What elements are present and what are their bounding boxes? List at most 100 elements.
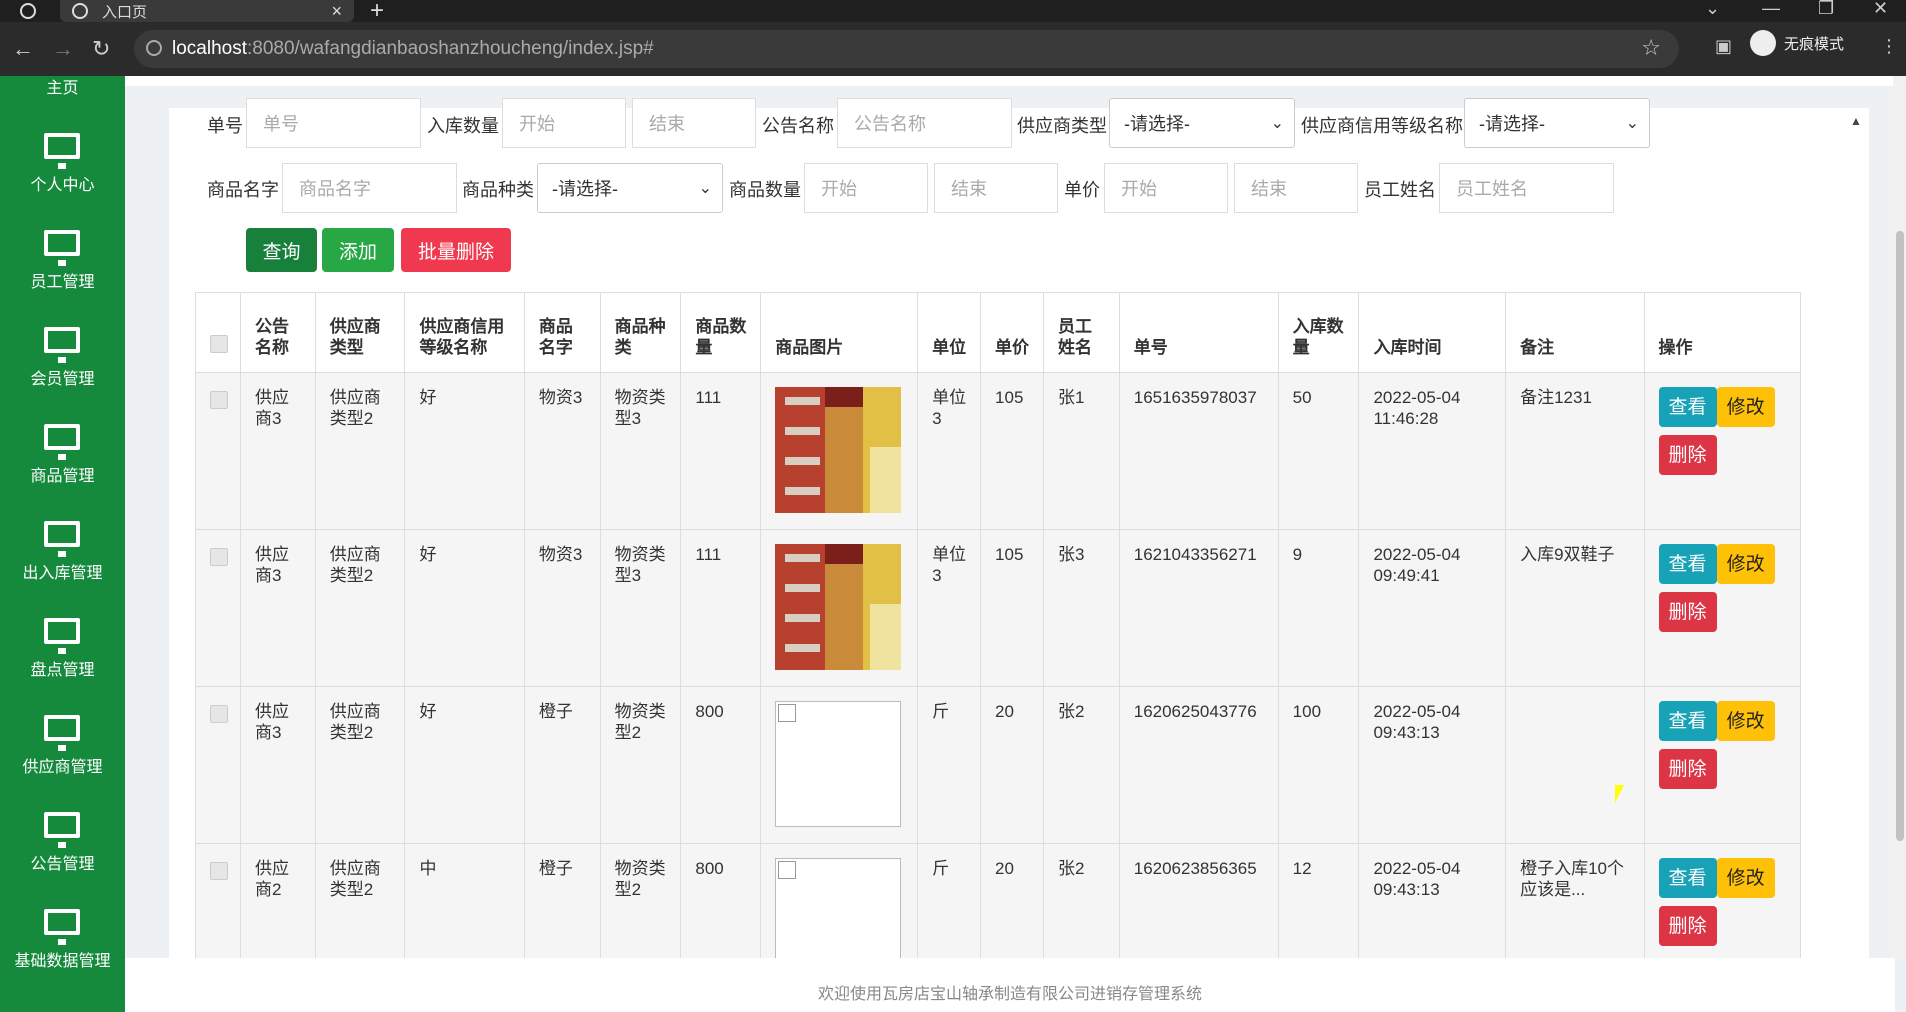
table-row: 供应商3 供应商类型2 好 物资3 物资类型3 111 单位3	[195, 372, 1802, 530]
cell-unit: 单位3	[917, 372, 982, 530]
reload-icon[interactable]: ↻	[92, 36, 110, 62]
delete-button[interactable]: 删除	[1658, 906, 1717, 946]
delete-button[interactable]: 删除	[1658, 435, 1717, 475]
cell-notice: 供应商3	[240, 686, 316, 844]
select-value: -请选择-	[1124, 114, 1190, 134]
goods-photo[interactable]	[775, 544, 902, 670]
globe-icon[interactable]	[20, 3, 36, 19]
monitor-icon	[44, 424, 80, 460]
supplier-type-select[interactable]: -请选择- ⌄	[1109, 98, 1295, 148]
row-checkbox[interactable]	[210, 391, 228, 409]
chevron-down-icon[interactable]: ⌄	[1705, 0, 1720, 19]
goods-type-select[interactable]: -请选择- ⌄	[537, 163, 723, 213]
sidebar-item-stocktake[interactable]: 盘点管理	[0, 598, 125, 695]
delete-button[interactable]: 删除	[1658, 749, 1717, 789]
query-button[interactable]: 查询	[246, 228, 317, 272]
in-qty-end-input[interactable]: 结束	[632, 98, 756, 148]
view-button[interactable]: 查看	[1658, 858, 1717, 898]
sidepanel-icon[interactable]: ▣	[1715, 36, 1732, 57]
scrollbar-thumb[interactable]	[1896, 231, 1904, 841]
price-start-input[interactable]: 开始	[1104, 163, 1228, 213]
globe-icon	[72, 3, 88, 19]
cell-goods-qty: 111	[680, 529, 762, 687]
select-value: -请选择-	[1479, 114, 1545, 134]
sidebar: 主页 个人中心 员工管理 会员管理 商品管理 出入库管理 盘点管理 供应商管理 …	[0, 76, 125, 1012]
cell-in-time: 2022-05-04 11:46:28	[1358, 372, 1507, 530]
forward-icon[interactable]: →	[52, 36, 74, 62]
batch-delete-button[interactable]: 批量删除	[401, 228, 511, 272]
sidebar-item-staff[interactable]: 员工管理	[0, 210, 125, 307]
in-qty-label: 入库数量	[427, 116, 499, 136]
cell-goods-name: 物资3	[523, 372, 601, 530]
column-header: 备注	[1505, 292, 1645, 373]
column-header: 商品名字	[523, 292, 601, 373]
edit-button[interactable]: 修改	[1716, 387, 1775, 427]
sidebar-item-label: 会员管理	[30, 371, 95, 388]
cell-staff: 张3	[1042, 529, 1120, 687]
sidebar-item-notices[interactable]: 公告管理	[0, 792, 125, 889]
edit-button[interactable]: 修改	[1716, 858, 1775, 898]
view-button[interactable]: 查看	[1658, 387, 1717, 427]
view-button[interactable]: 查看	[1658, 701, 1717, 741]
price-end-input[interactable]: 结束	[1234, 163, 1358, 213]
back-icon[interactable]: ←	[12, 36, 34, 62]
sidebar-item-label: 商品管理	[30, 468, 95, 485]
star-icon[interactable]: ☆	[1641, 35, 1661, 61]
select-all-checkbox[interactable]	[210, 335, 228, 353]
maximize-icon[interactable]: ❐	[1818, 0, 1834, 19]
sidebar-item-profile[interactable]: 个人中心	[0, 113, 125, 210]
sidebar-item-suppliers[interactable]: 供应商管理	[0, 695, 125, 792]
delete-button[interactable]: 删除	[1658, 592, 1717, 632]
edit-button[interactable]: 修改	[1716, 701, 1775, 741]
row-checkbox[interactable]	[210, 548, 228, 566]
cell-remark: 入库9双鞋子	[1505, 529, 1645, 687]
cell-in-qty: 100	[1277, 686, 1360, 844]
column-header: 供应商信用等级名称	[404, 292, 525, 373]
cell-credit: 好	[404, 686, 525, 844]
cell-order-no: 1651635978037	[1118, 372, 1279, 530]
menu-icon[interactable]: ⋮	[1880, 36, 1898, 57]
site-info-icon[interactable]	[146, 40, 162, 56]
edit-button[interactable]: 修改	[1716, 544, 1775, 584]
monitor-icon	[44, 618, 80, 654]
in-qty-start-input[interactable]: 开始	[502, 98, 626, 148]
staff-name-input[interactable]: 员工姓名	[1439, 163, 1614, 213]
row-checkbox[interactable]	[210, 705, 228, 723]
minimize-icon[interactable]: —	[1762, 0, 1780, 19]
order-no-input[interactable]: 单号	[246, 98, 421, 148]
sidebar-item-label: 公告管理	[30, 856, 95, 873]
goods-type-label: 商品种类	[462, 180, 534, 200]
sidebar-item-basedata[interactable]: 基础数据管理	[0, 889, 125, 986]
goods-qty-end-input[interactable]: 结束	[934, 163, 1058, 213]
scrollbar[interactable]	[1893, 76, 1906, 958]
incognito-indicator[interactable]: 无痕模式	[1750, 30, 1844, 56]
close-window-icon[interactable]: ✕	[1873, 0, 1888, 19]
goods-qty-start-input[interactable]: 开始	[804, 163, 928, 213]
row-checkbox[interactable]	[210, 862, 228, 880]
sidebar-item-goods[interactable]: 商品管理	[0, 404, 125, 501]
notice-name-input[interactable]: 公告名称	[837, 98, 1012, 148]
close-icon[interactable]: ×	[331, 1, 342, 22]
incognito-icon	[1750, 30, 1776, 56]
goods-name-input[interactable]: 商品名字	[282, 163, 457, 213]
sidebar-item-members[interactable]: 会员管理	[0, 307, 125, 404]
cell-in-time: 2022-05-04 09:49:41	[1358, 529, 1507, 687]
cell-in-qty: 9	[1277, 529, 1360, 687]
view-button[interactable]: 查看	[1658, 544, 1717, 584]
sidebar-item-inout[interactable]: 出入库管理	[0, 501, 125, 598]
chevron-down-icon: ⌄	[1625, 115, 1639, 132]
goods-photo[interactable]	[775, 387, 902, 513]
broken-image-icon[interactable]	[775, 701, 902, 827]
add-button[interactable]: 添加	[322, 228, 394, 272]
browser-tab[interactable]: 入口页 ×	[60, 0, 354, 22]
cell-price: 20	[980, 686, 1044, 844]
url-field[interactable]: localhost:8080/wafangdianbaoshanzhouchen…	[134, 30, 1679, 68]
credit-level-select[interactable]: -请选择- ⌄	[1464, 98, 1650, 148]
sidebar-item-home[interactable]: 主页	[0, 76, 125, 113]
column-header: 供应商类型	[314, 292, 406, 373]
cell-goods-image	[760, 686, 919, 844]
monitor-icon	[44, 521, 80, 557]
monitor-icon	[44, 133, 80, 169]
scroll-up-icon[interactable]: ▲	[1850, 114, 1862, 128]
cell-staff: 张2	[1042, 686, 1120, 844]
